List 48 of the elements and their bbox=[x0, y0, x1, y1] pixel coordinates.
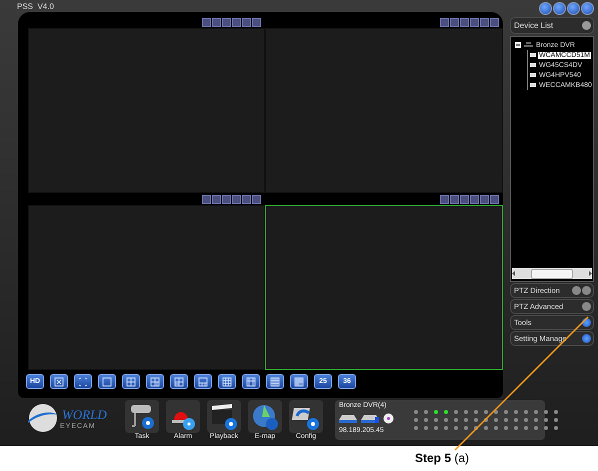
layout-button[interactable] bbox=[170, 374, 188, 389]
layout-icon bbox=[245, 376, 257, 388]
layout-button[interactable] bbox=[194, 374, 212, 389]
layout-button[interactable] bbox=[74, 374, 92, 389]
logo-swoosh-icon bbox=[26, 401, 60, 435]
video-pane[interactable] bbox=[265, 205, 503, 370]
hard-drive-icon bbox=[339, 414, 357, 422]
add-icon[interactable] bbox=[582, 21, 591, 30]
collapse-icon[interactable] bbox=[515, 42, 521, 48]
disc-icon bbox=[383, 412, 394, 424]
toggle-icon[interactable] bbox=[572, 286, 581, 295]
layout-icon bbox=[101, 376, 113, 388]
layout-button[interactable] bbox=[146, 374, 164, 389]
toggle-icon[interactable] bbox=[582, 334, 591, 343]
layout-icon bbox=[197, 376, 209, 388]
device-list-title: Device List bbox=[514, 21, 554, 30]
callout-label: Step 5 (a) bbox=[415, 451, 470, 465]
layout-button[interactable] bbox=[218, 374, 236, 389]
layout-icon bbox=[173, 376, 185, 388]
window-control-icon[interactable] bbox=[581, 2, 594, 14]
layout-icon bbox=[125, 376, 137, 388]
window-control-icon[interactable] bbox=[567, 2, 580, 14]
scrollbar[interactable] bbox=[512, 268, 592, 279]
layout-icon bbox=[221, 376, 233, 388]
layout-icon bbox=[269, 376, 281, 388]
scroll-thumb[interactable] bbox=[531, 268, 573, 278]
hard-drive-icon bbox=[361, 414, 379, 422]
layout-icon bbox=[149, 376, 161, 388]
toggle-icon[interactable] bbox=[582, 302, 591, 311]
window-control-icon[interactable] bbox=[539, 2, 552, 14]
layout-button[interactable] bbox=[242, 374, 260, 389]
layout-button[interactable] bbox=[122, 374, 140, 389]
layout-button[interactable] bbox=[266, 374, 284, 389]
layout-button[interactable] bbox=[290, 374, 308, 389]
logo-text: WORLD bbox=[62, 406, 107, 422]
device-list-header[interactable]: Device List bbox=[510, 17, 594, 34]
window-title: PSS V4.0 bbox=[17, 2, 54, 10]
layout-icon bbox=[293, 376, 305, 388]
window-control-icon[interactable] bbox=[553, 2, 566, 14]
layout-icon bbox=[53, 376, 65, 388]
right-arrow-icon[interactable] bbox=[588, 271, 592, 276]
left-arrow-icon[interactable] bbox=[512, 271, 516, 276]
toggle-icon[interactable] bbox=[582, 286, 591, 295]
layout-icon bbox=[77, 376, 89, 388]
layout-button[interactable] bbox=[50, 374, 68, 389]
clapperboard-icon bbox=[209, 402, 239, 432]
dvr-icon bbox=[524, 42, 533, 48]
layout-button[interactable] bbox=[98, 374, 116, 389]
